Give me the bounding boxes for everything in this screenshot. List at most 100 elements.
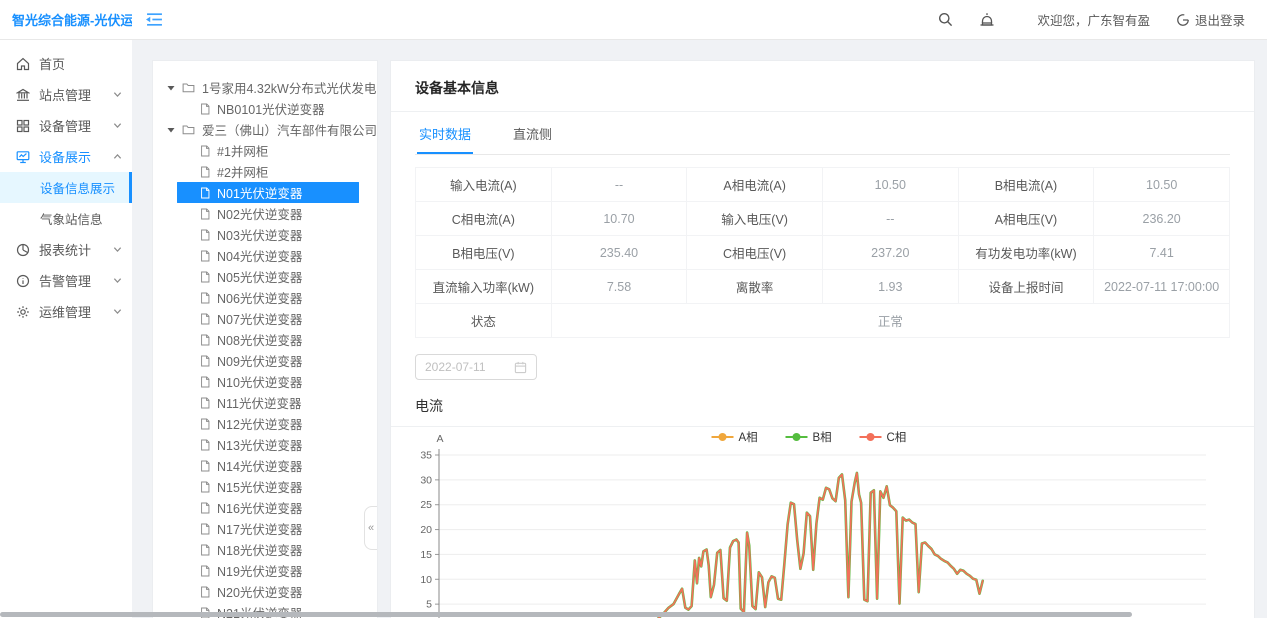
pie-icon	[16, 243, 30, 257]
file-icon	[199, 502, 211, 514]
tree-node[interactable]: N09光伏逆变器	[153, 350, 377, 371]
tree-node-label: N02光伏逆变器	[217, 204, 302, 223]
tree-node[interactable]: N11光伏逆变器	[153, 392, 377, 413]
tree-node[interactable]: N18光伏逆变器	[153, 539, 377, 560]
horizontal-scrollbar-thumb[interactable]	[0, 612, 1132, 617]
field-value: 1.93	[822, 270, 958, 304]
table-row: B相电压(V)235.40C相电压(V)237.20有功发电功率(kW)7.41	[416, 236, 1230, 270]
welcome-text: 欢迎您，广东智有盈	[1037, 10, 1150, 29]
tree-node[interactable]: N13光伏逆变器	[153, 434, 377, 455]
tree-node-label: #2并网柜	[217, 162, 268, 181]
tree-node-label: N05光伏逆变器	[217, 267, 302, 286]
tree-node[interactable]: N07光伏逆变器	[153, 308, 377, 329]
tree-node[interactable]: N17光伏逆变器	[153, 518, 377, 539]
sidebar-item-device-info-display[interactable]: 设备信息展示	[0, 172, 132, 203]
sidebar-subitem-label: 气象站信息	[40, 209, 103, 228]
cluster-icon	[16, 119, 30, 133]
chevron-up-icon	[113, 152, 122, 161]
tree-node[interactable]: NB0101光伏逆变器	[153, 98, 377, 119]
tree-node[interactable]: N02光伏逆变器	[153, 203, 377, 224]
chevron-down-icon	[113, 245, 122, 254]
sidebar-item-ops-mgmt[interactable]: 运维管理	[0, 296, 132, 327]
tree-node-label: N12光伏逆变器	[217, 414, 302, 433]
sidebar-item-device-mgmt[interactable]: 设备管理	[0, 110, 132, 141]
sidebar-item-home[interactable]: 首页	[0, 48, 132, 79]
tree-node-label: N10光伏逆变器	[217, 372, 302, 391]
menu-fold-icon[interactable]	[146, 11, 163, 28]
field-value: 10.50	[1094, 168, 1230, 202]
tree-node-label: N16光伏逆变器	[217, 498, 302, 517]
field-label: 直流输入功率(kW)	[416, 270, 552, 304]
tree-node-label: N04光伏逆变器	[217, 246, 302, 265]
file-icon	[199, 481, 211, 493]
tree-expand-caret-icon[interactable]	[167, 123, 175, 137]
tree-node[interactable]: #2并网柜	[153, 161, 377, 182]
sidebar-item-weather-station-info[interactable]: 气象站信息	[0, 203, 132, 234]
legend-item-B相[interactable]: B相	[786, 431, 832, 444]
sidebar-item-alarm-mgmt[interactable]: 告警管理	[0, 265, 132, 296]
tree-node-label: N11光伏逆变器	[217, 393, 302, 412]
search-icon[interactable]	[938, 12, 953, 27]
tree-node[interactable]: N04光伏逆变器	[153, 245, 377, 266]
sidebar-item-report-stats[interactable]: 报表统计	[0, 234, 132, 265]
tree-node[interactable]: N06光伏逆变器	[153, 287, 377, 308]
chart-section-title: 电流	[415, 396, 1230, 416]
field-label: C相电压(V)	[687, 236, 823, 270]
field-label: 离散率	[687, 270, 823, 304]
tree-node-selected[interactable]: N01光伏逆变器	[153, 182, 377, 203]
sidebar-item-device-display[interactable]: 设备展示	[0, 141, 132, 172]
tree-node[interactable]: 爱三（佛山）汽车部件有限公司光伏发	[153, 119, 377, 140]
chevron-down-icon	[113, 307, 122, 316]
device-info-table: 输入电流(A)--A相电流(A)10.50B相电流(A)10.50C相电流(A)…	[415, 167, 1230, 338]
sidebar-item-label: 运维管理	[39, 302, 91, 321]
tree-node[interactable]: #1并网柜	[153, 140, 377, 161]
tree-node-label: N20光伏逆变器	[217, 582, 302, 601]
tree-node[interactable]: N08光伏逆变器	[153, 329, 377, 350]
field-value: --	[551, 168, 687, 202]
legend-item-A相[interactable]: A相	[712, 431, 758, 444]
tree-node[interactable]: N14光伏逆变器	[153, 455, 377, 476]
tree-node[interactable]: N19光伏逆变器	[153, 560, 377, 581]
legend-item-C相[interactable]: C相	[860, 431, 907, 444]
logout-button[interactable]: 退出登录	[1176, 10, 1245, 29]
tree-collapse-handle[interactable]: «	[364, 506, 377, 550]
tree-node-label: #1并网柜	[217, 141, 268, 160]
file-icon	[199, 565, 211, 577]
tree-node[interactable]: N12光伏逆变器	[153, 413, 377, 434]
tree-node[interactable]: N15光伏逆变器	[153, 476, 377, 497]
tree-node[interactable]: N10光伏逆变器	[153, 371, 377, 392]
info-icon	[16, 274, 30, 288]
app-window: 智光综合能源-光伏运营 欢迎您，广东智有盈 退出登录 首页站点管理设备管理设备展…	[0, 0, 1267, 618]
tree-expand-caret-icon[interactable]	[167, 81, 175, 95]
svg-text:25: 25	[420, 499, 432, 511]
folder-icon	[182, 123, 195, 136]
table-row: 状态正常	[416, 304, 1230, 338]
tab-dc-side[interactable]: 直流侧	[511, 112, 554, 154]
tree-node[interactable]: N03光伏逆变器	[153, 224, 377, 245]
table-row: 输入电流(A)--A相电流(A)10.50B相电流(A)10.50	[416, 168, 1230, 202]
file-icon	[199, 544, 211, 556]
tab-bar: 实时数据 直流侧	[415, 112, 1230, 155]
file-icon	[199, 523, 211, 535]
alarm-icon[interactable]	[979, 12, 995, 28]
tab-realtime-data[interactable]: 实时数据	[417, 112, 473, 154]
sidebar-item-site-mgmt[interactable]: 站点管理	[0, 79, 132, 110]
tree-node-label: N01光伏逆变器	[217, 183, 302, 202]
tree-node-label: N08光伏逆变器	[217, 330, 302, 349]
field-label: 输入电压(V)	[687, 202, 823, 236]
field-label: A相电压(V)	[958, 202, 1094, 236]
sidebar-nav: 首页站点管理设备管理设备展示设备信息展示气象站信息报表统计告警管理运维管理	[0, 40, 132, 618]
svg-text:35: 35	[420, 450, 432, 462]
device-tree-panel: 1号家用4.32kW分布式光伏发电站NB0101光伏逆变器爱三（佛山）汽车部件有…	[152, 60, 378, 618]
tree-node-label: 爱三（佛山）汽车部件有限公司光伏发	[202, 120, 377, 139]
tree-node[interactable]: N05光伏逆变器	[153, 266, 377, 287]
field-label: 输入电流(A)	[416, 168, 552, 202]
date-picker[interactable]: 2022-07-11	[415, 354, 537, 380]
field-value: 10.70	[551, 202, 687, 236]
tree-node[interactable]: N16光伏逆变器	[153, 497, 377, 518]
device-info-panel: 设备基本信息 实时数据 直流侧 输入电流(A)--A相电流(A)10.50B相电…	[390, 60, 1255, 618]
tree-node[interactable]: N20光伏逆变器	[153, 581, 377, 602]
tree-node[interactable]: 1号家用4.32kW分布式光伏发电站	[153, 77, 377, 98]
folder-icon	[182, 81, 195, 94]
tree-node-label: N19光伏逆变器	[217, 561, 302, 580]
